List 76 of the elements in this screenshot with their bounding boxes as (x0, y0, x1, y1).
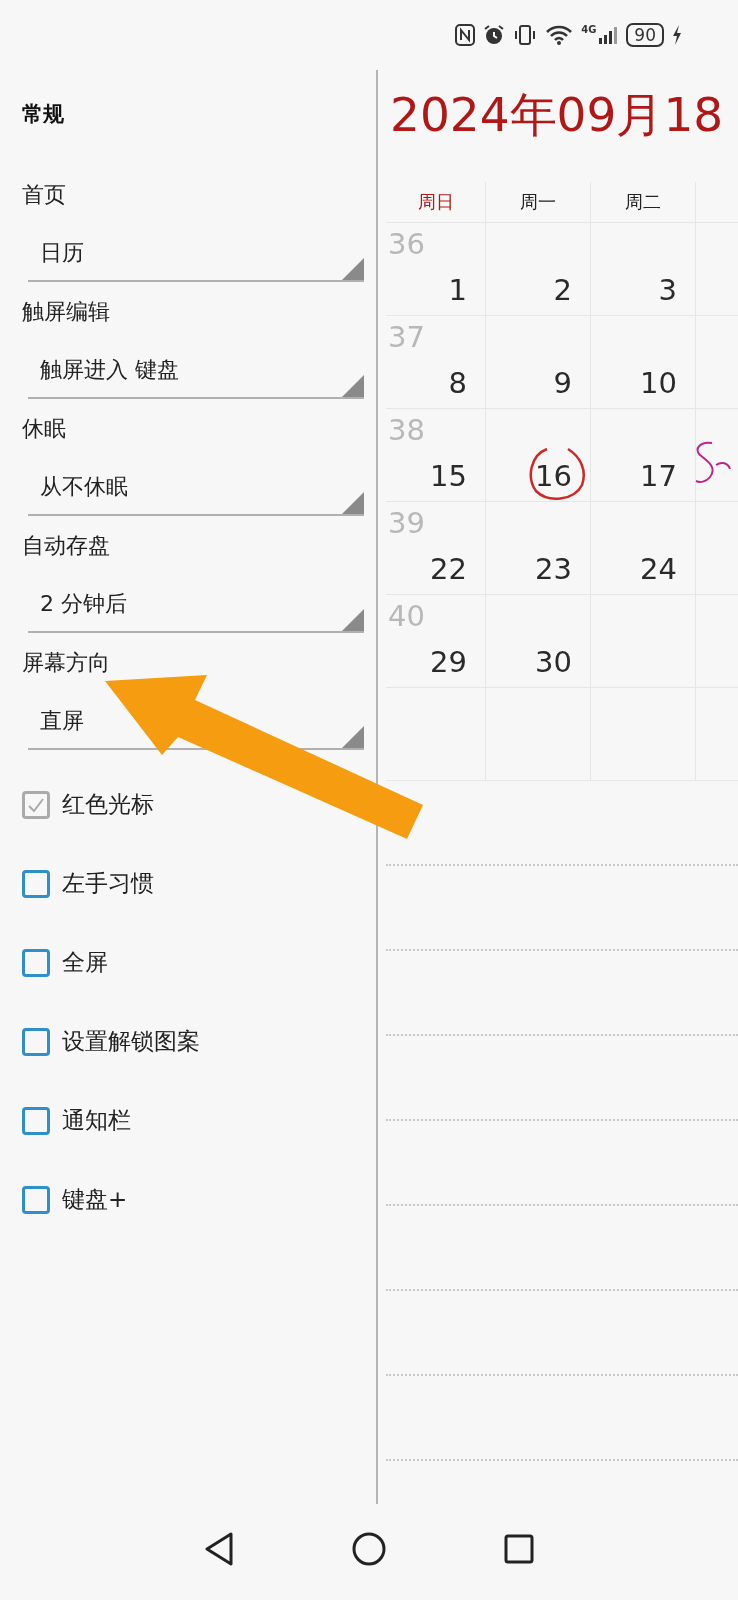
vibrate-icon (513, 24, 538, 46)
day-number[interactable]: 22 (430, 552, 467, 586)
calendar-cell[interactable]: 2 (486, 223, 591, 316)
back-icon[interactable] (204, 1532, 234, 1566)
checkbox[interactable] (22, 948, 50, 977)
day-number[interactable]: 16 (535, 459, 572, 493)
check-icon (27, 796, 45, 813)
alarm-icon (483, 24, 506, 46)
dropdown-corner-icon (342, 726, 364, 748)
day-number[interactable]: 10 (640, 366, 677, 400)
calendar-date-title: 2024年09月18 (390, 86, 725, 144)
calendar-cell[interactable]: 37 8 (386, 316, 486, 409)
checkbox[interactable] (22, 1185, 50, 1214)
calendar-cell[interactable]: 16 (486, 409, 591, 502)
day-number[interactable]: 1 (448, 273, 467, 307)
calendar-cell[interactable]: 17 (591, 409, 696, 502)
charging-icon (672, 24, 682, 46)
week-number: 40 (388, 599, 425, 633)
calendar-cell[interactable]: 38 15 (386, 409, 486, 502)
dropdown[interactable]: 触屏进入 键盘 (28, 343, 364, 399)
home-icon[interactable] (352, 1532, 386, 1566)
checkbox-label: 左手习惯 (62, 869, 154, 898)
setting-label: 休眠 (22, 415, 67, 443)
checkbox-label: 设置解锁图案 (62, 1027, 200, 1056)
recent-apps-icon[interactable] (504, 1534, 534, 1564)
checkbox-label: 红色光标 (62, 790, 154, 819)
network-type: 4G (581, 25, 597, 35)
weekday-header: 周日 (386, 182, 486, 223)
dropdown[interactable]: 日历 (28, 226, 364, 282)
week-number: 39 (388, 506, 425, 540)
checkbox-label: 通知栏 (62, 1106, 131, 1135)
setting-label: 首页 (22, 181, 67, 209)
week-number: 37 (388, 320, 425, 354)
calendar-cell[interactable]: 9 (486, 316, 591, 409)
day-number[interactable]: 2 (553, 273, 572, 307)
day-number[interactable]: 9 (553, 366, 572, 400)
calendar-cell[interactable]: 23 (486, 502, 591, 595)
calendar-cell[interactable]: 39 22 (386, 502, 486, 595)
day-number[interactable]: 29 (430, 645, 467, 679)
dropdown-corner-icon (342, 609, 364, 631)
checkbox[interactable] (22, 869, 50, 898)
setting-label: 自动存盘 (22, 532, 111, 560)
signal-icon (598, 25, 619, 45)
setting-label: 触屏编辑 (22, 298, 111, 326)
dropdown[interactable]: 2 分钟后 (28, 577, 364, 633)
dropdown-corner-icon (342, 375, 364, 397)
day-number[interactable]: 24 (640, 552, 677, 586)
dropdown[interactable]: 从不休眠 (28, 460, 364, 516)
week-number: 38 (388, 413, 425, 447)
section-title: 常规 (22, 101, 65, 128)
checkbox[interactable] (22, 1106, 50, 1135)
day-number[interactable]: 3 (658, 273, 677, 307)
weekday-header: 周二 (591, 182, 696, 223)
setting-label: 屏幕方向 (22, 649, 111, 677)
day-number[interactable]: 8 (448, 366, 467, 400)
calendar-cell[interactable]: 40 29 (386, 595, 486, 688)
weekday-header: 周一 (486, 182, 591, 223)
dropdown-corner-icon (342, 492, 364, 514)
dropdown-corner-icon (342, 258, 364, 280)
week-number: 36 (388, 227, 425, 261)
calendar-cell[interactable]: 30 (486, 595, 591, 688)
nfc-icon (455, 24, 476, 46)
battery-level: 90 (626, 23, 664, 47)
checkbox-label: 键盘+ (62, 1185, 128, 1214)
day-number[interactable]: 17 (640, 459, 677, 493)
calendar-cell[interactable]: 10 (591, 316, 696, 409)
wifi-icon (545, 24, 574, 46)
calendar-cell[interactable]: 24 (591, 502, 696, 595)
day-number[interactable]: 30 (535, 645, 572, 679)
checkbox-label: 全屏 (62, 948, 108, 977)
calendar-cell[interactable]: 36 1 (386, 223, 486, 316)
calendar-cell[interactable]: 3 (591, 223, 696, 316)
day-number[interactable]: 15 (430, 459, 467, 493)
day-number[interactable]: 23 (535, 552, 572, 586)
checkbox[interactable] (22, 1027, 50, 1056)
checkbox[interactable] (22, 790, 50, 819)
